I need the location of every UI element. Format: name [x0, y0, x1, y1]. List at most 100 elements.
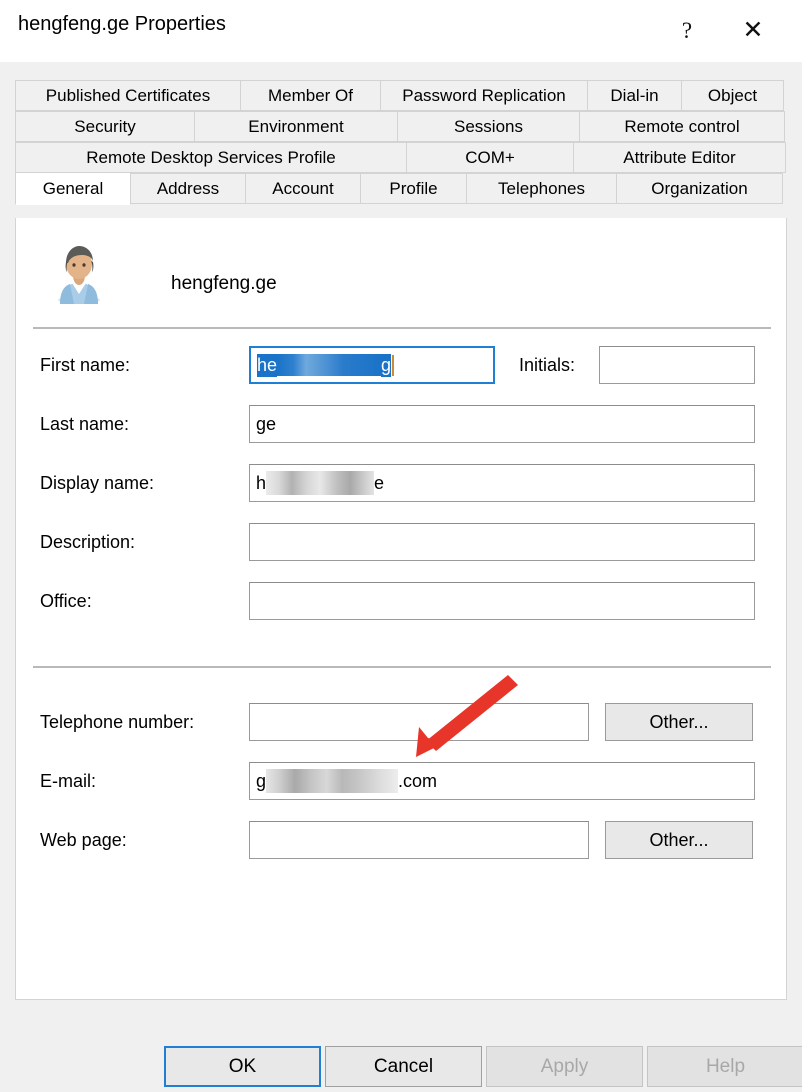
cancel-button-label: Cancel — [373, 1055, 434, 1077]
text-caret — [392, 354, 395, 376]
tab-label: Member Of — [267, 85, 354, 105]
tab-published-certificates[interactable]: Published Certificates — [15, 80, 241, 111]
display-name-redaction — [266, 471, 375, 495]
tab-label: Sessions — [454, 116, 523, 136]
display-name-value-prefix: h — [256, 472, 267, 493]
tab-organization[interactable]: Organization — [616, 173, 783, 204]
close-x-icon: ✕ — [742, 15, 764, 44]
last-name-label: Last name: — [40, 414, 130, 434]
tab-label: Attribute Editor — [623, 147, 736, 167]
tab-row-3: Remote Desktop Services Profile COM+ Att… — [15, 142, 787, 173]
initials-label: Initials: — [519, 355, 576, 375]
tab-label: Remote control — [624, 116, 740, 136]
question-mark-icon: ? — [681, 17, 693, 43]
web-page-other-button[interactable]: Other... — [605, 821, 753, 859]
description-input[interactable] — [249, 523, 755, 561]
ok-button[interactable]: OK — [164, 1046, 321, 1087]
tab-label: General — [42, 178, 104, 198]
office-input[interactable] — [249, 582, 755, 620]
tab-label: Published Certificates — [45, 85, 211, 105]
tab-object[interactable]: Object — [681, 80, 784, 111]
title-bar: hengfeng.ge Properties ? ✕ — [0, 0, 802, 63]
tab-sessions[interactable]: Sessions — [397, 111, 580, 142]
apply-button-label: Apply — [540, 1055, 589, 1077]
tab-label: Environment — [248, 116, 344, 136]
tab-label: Address — [156, 178, 220, 198]
help-button[interactable]: ? — [664, 8, 710, 52]
tab-com-plus[interactable]: COM+ — [406, 142, 574, 173]
first-name-input[interactable]: he g — [249, 346, 495, 384]
row-last-name: Last name: ge — [16, 405, 788, 445]
telephone-number-label: Telephone number: — [40, 712, 195, 732]
tab-label: Telephones — [498, 178, 585, 198]
apply-button: Apply — [486, 1046, 643, 1087]
tab-strip: Published Certificates Member Of Passwor… — [15, 80, 787, 220]
tab-security[interactable]: Security — [15, 111, 195, 142]
cancel-button[interactable]: Cancel — [325, 1046, 482, 1087]
tab-label: Dial-in — [610, 85, 659, 105]
email-value-prefix: g — [256, 770, 267, 791]
row-description: Description: — [16, 523, 788, 563]
dialog-button-bar: OK Cancel Apply Help — [0, 1040, 802, 1092]
tab-label: Password Replication — [402, 85, 566, 105]
first-name-value-prefix: he — [257, 353, 278, 377]
user-identity-header: hengfeng.ge — [38, 236, 438, 312]
tab-label: Remote Desktop Services Profile — [86, 147, 336, 167]
email-input[interactable]: g .com — [249, 762, 755, 800]
tab-remote-desktop-services-profile[interactable]: Remote Desktop Services Profile — [15, 142, 407, 173]
tab-attribute-editor[interactable]: Attribute Editor — [573, 142, 786, 173]
tab-label: COM+ — [465, 147, 515, 167]
tab-address[interactable]: Address — [130, 173, 246, 204]
last-name-input[interactable]: ge — [249, 405, 755, 443]
properties-dialog: hengfeng.ge Properties ? ✕ Published Cer… — [0, 0, 802, 1092]
email-value-suffix: .com — [398, 770, 438, 791]
telephone-other-label: Other... — [649, 711, 709, 732]
display-name-input[interactable]: he — [249, 464, 755, 502]
tab-telephones[interactable]: Telephones — [466, 173, 617, 204]
tab-label: Security — [74, 116, 136, 136]
section-divider-bottom — [33, 666, 771, 668]
tab-account[interactable]: Account — [245, 173, 361, 204]
tab-row-1: Published Certificates Member Of Passwor… — [15, 80, 787, 111]
ok-button-label: OK — [228, 1055, 257, 1077]
tab-label: Object — [707, 85, 758, 105]
row-first-name: First name: he g Initials: — [16, 346, 788, 386]
user-avatar-icon — [58, 246, 100, 304]
web-page-input[interactable] — [249, 821, 589, 859]
tab-row-4: General Address Account Profile Telephon… — [15, 172, 787, 205]
display-name-value-suffix: e — [374, 472, 385, 493]
row-display-name: Display name: he — [16, 464, 788, 504]
tab-profile[interactable]: Profile — [360, 173, 467, 204]
help-button-bottom: Help — [647, 1046, 802, 1087]
display-name-label: Display name: — [40, 473, 155, 493]
tab-row-2: Security Environment Sessions Remote con… — [15, 111, 787, 142]
tab-environment[interactable]: Environment — [194, 111, 398, 142]
window-title: hengfeng.ge Properties — [18, 13, 226, 35]
section-divider-top — [33, 327, 771, 329]
email-label: E-mail: — [40, 771, 97, 791]
tab-member-of[interactable]: Member Of — [240, 80, 381, 111]
help-button-label: Help — [705, 1055, 746, 1077]
general-tab-panel: hengfeng.ge First name: he g Initials: La… — [15, 218, 787, 1000]
telephone-other-button[interactable]: Other... — [605, 703, 753, 741]
tab-general[interactable]: General — [15, 172, 131, 205]
row-telephone-number: Telephone number: Other... — [16, 703, 788, 743]
first-name-redaction — [277, 354, 382, 376]
tab-remote-control[interactable]: Remote control — [579, 111, 785, 142]
tab-label: Profile — [389, 178, 438, 198]
row-web-page: Web page: Other... — [16, 821, 788, 861]
row-office: Office: — [16, 582, 788, 622]
telephone-number-input[interactable] — [249, 703, 589, 741]
row-email: E-mail: g .com — [16, 762, 788, 802]
tab-label: Account — [272, 178, 334, 198]
first-name-label: First name: — [40, 355, 131, 375]
tab-dial-in[interactable]: Dial-in — [587, 80, 682, 111]
web-page-other-label: Other... — [649, 829, 709, 850]
last-name-value: ge — [256, 413, 277, 434]
email-redaction — [266, 769, 399, 793]
tab-password-replication[interactable]: Password Replication — [380, 80, 588, 111]
initials-input[interactable] — [599, 346, 755, 384]
close-button[interactable]: ✕ — [730, 8, 776, 52]
web-page-label: Web page: — [40, 830, 127, 850]
description-label: Description: — [40, 532, 136, 552]
